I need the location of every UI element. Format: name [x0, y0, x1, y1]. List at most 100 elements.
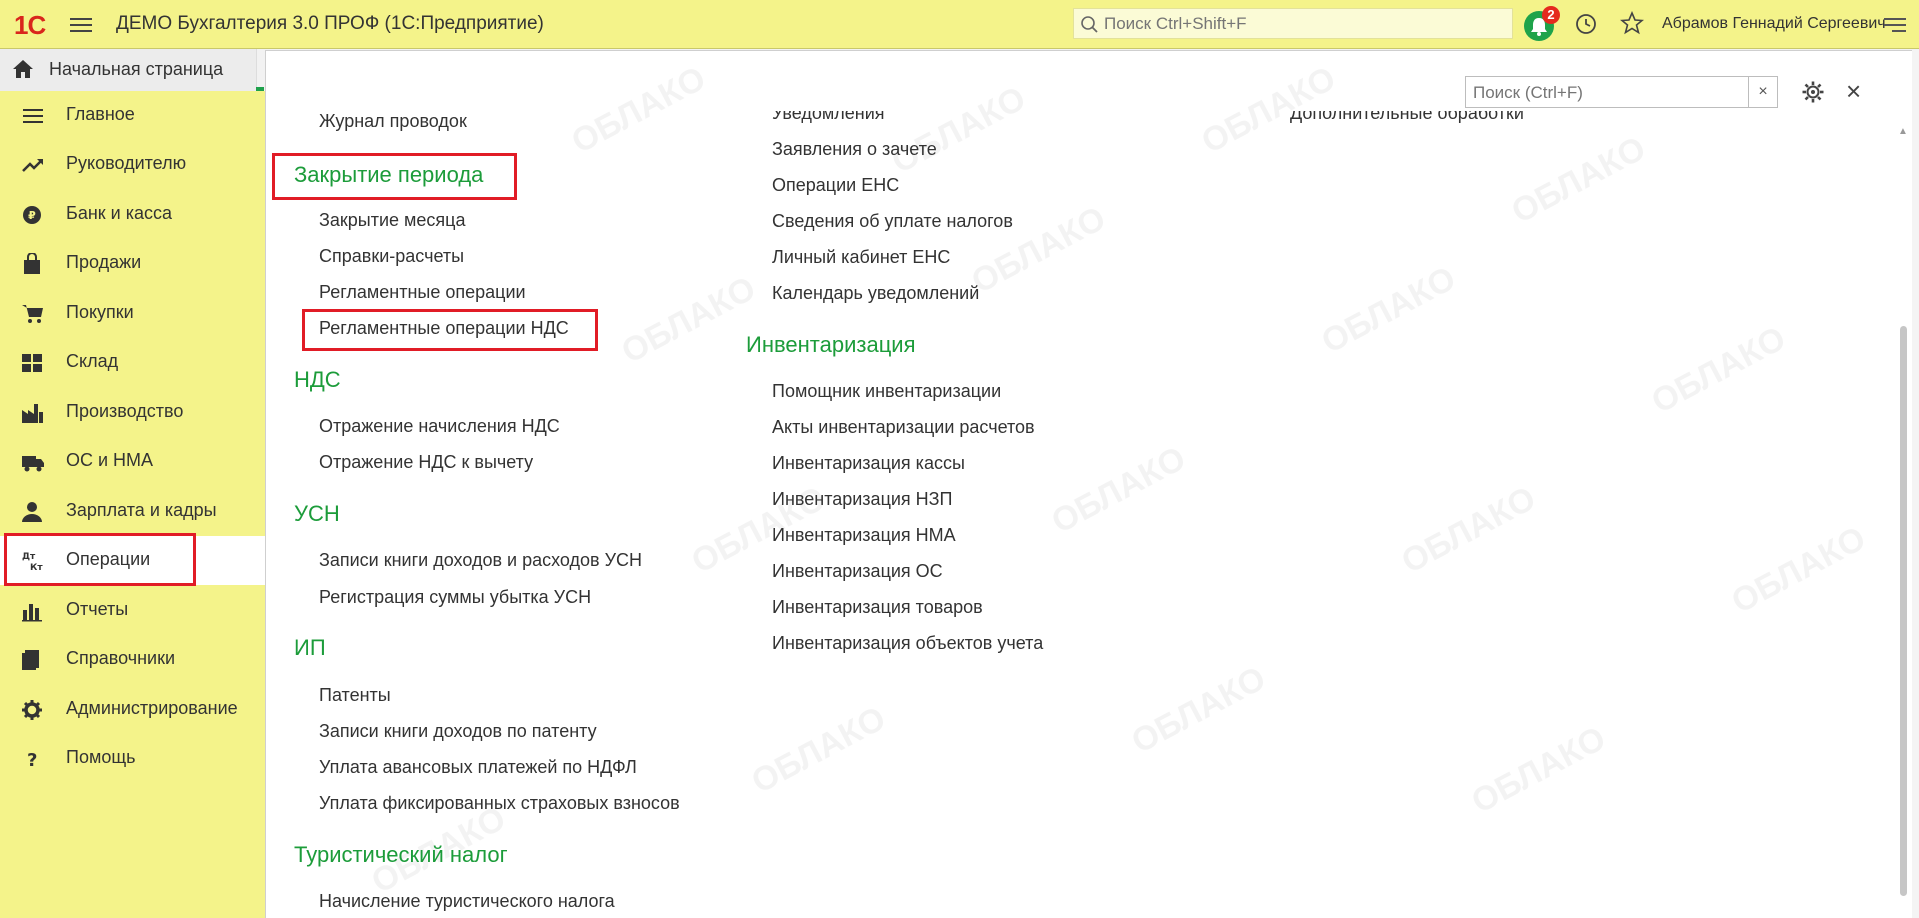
- grid-icon: [22, 354, 42, 372]
- link-ens-cabinet[interactable]: Личный кабинет ЕНС: [772, 247, 950, 268]
- global-search-input[interactable]: [1102, 12, 1506, 36]
- sidebar-item-purchases[interactable]: Покупки: [0, 289, 265, 338]
- operations-panel: ОБЛАКО ОБЛАКО ОБЛАКО ОБЛАКО ОБЛАКО ОБЛАК…: [265, 50, 1912, 918]
- link-fixed-contributions[interactable]: Уплата фиксированных страховых взносов: [319, 793, 680, 814]
- books-icon: [22, 650, 39, 670]
- section-ip: ИП: [294, 635, 326, 660]
- watermark: ОБЛАКО: [1315, 259, 1462, 362]
- link-calculations[interactable]: Справки-расчеты: [319, 246, 464, 267]
- link-usn-book[interactable]: Записи книги доходов и расходов УСН: [319, 550, 642, 571]
- link-offset-applications[interactable]: Заявления о зачете: [772, 139, 937, 160]
- dt-label: Дт: [22, 552, 36, 562]
- sidebar-item-main[interactable]: Главное: [0, 91, 265, 140]
- sidebar-item-manager[interactable]: Руководителю: [0, 140, 265, 189]
- tab-home[interactable]: Начальная страница: [0, 49, 257, 91]
- home-icon: [13, 60, 33, 78]
- factory-icon: [22, 404, 43, 423]
- notifications-button[interactable]: 2: [1524, 6, 1560, 41]
- coin-icon: ₽: [23, 206, 41, 224]
- link-journal[interactable]: Журнал проводок: [319, 111, 467, 132]
- sidebar-item-label: Помощь: [66, 747, 136, 767]
- link-patents[interactable]: Патенты: [319, 685, 391, 706]
- sidebar-item-bank[interactable]: ₽ Банк и касса: [0, 190, 265, 239]
- link-inventory-goods[interactable]: Инвентаризация товаров: [772, 597, 983, 618]
- link-patent-book[interactable]: Записи книги доходов по патенту: [319, 721, 597, 742]
- link-vat-deduction[interactable]: Отражение НДС к вычету: [319, 452, 533, 473]
- app-logo[interactable]: 1С: [14, 10, 46, 41]
- link-usn-loss[interactable]: Регистрация суммы убытка УСН: [319, 587, 591, 608]
- link-tourist-tax[interactable]: Начисление туристического налога: [319, 891, 615, 912]
- sidebar-item-reports[interactable]: Отчеты: [0, 586, 265, 635]
- sidebar-item-label: ОС и НМА: [66, 450, 154, 470]
- link-inventory-wip[interactable]: Инвентаризация НЗП: [772, 489, 953, 510]
- kt-label: Кт: [30, 563, 43, 572]
- cart-icon: [22, 305, 43, 323]
- top-bar: 1С ДЕМО Бухгалтерия 3.0 ПРОФ (1С:Предпри…: [0, 0, 1919, 49]
- panel-search-input[interactable]: [1471, 81, 1725, 105]
- watermark: ОБЛАКО: [1645, 319, 1792, 422]
- person-icon: [22, 502, 42, 522]
- sidebar-item-label: Зарплата и кадры: [66, 500, 217, 520]
- sidebar-item-admin[interactable]: Администрирование: [0, 685, 265, 734]
- svg-text:?: ?: [27, 750, 37, 770]
- scrollbar-thumb[interactable]: [1900, 326, 1907, 896]
- sidebar-item-assets[interactable]: ОС и НМА: [0, 437, 265, 486]
- link-ndfl-advance[interactable]: Уплата авансовых платежей по НДФЛ: [319, 757, 637, 778]
- clear-search-button[interactable]: ×: [1748, 77, 1777, 107]
- menu-icon: [23, 109, 43, 123]
- sidebar-item-production[interactable]: Производство: [0, 388, 265, 437]
- sidebar-item-operations[interactable]: Дт Кт Операции: [0, 536, 265, 585]
- link-inventory-intangibles[interactable]: Инвентаризация НМА: [772, 525, 956, 546]
- sidebar-item-label: Руководителю: [66, 153, 187, 173]
- main-menu-icon[interactable]: [70, 14, 92, 34]
- watermark: ОБЛАКО: [1465, 719, 1612, 822]
- link-routine-operations-vat[interactable]: Регламентные операции НДС: [319, 318, 569, 339]
- svg-text:₽: ₽: [28, 209, 36, 222]
- watermark: ОБЛАКО: [1395, 479, 1542, 582]
- sidebar-item-directories[interactable]: Справочники: [0, 635, 265, 684]
- sidebar-item-sales[interactable]: Продажи: [0, 239, 265, 288]
- watermark: ОБЛАКО: [745, 699, 892, 802]
- link-inventory-settlements[interactable]: Акты инвентаризации расчетов: [772, 417, 1035, 438]
- link-inventory-objects[interactable]: Инвентаризация объектов учета: [772, 633, 1043, 654]
- link-month-closing[interactable]: Закрытие месяца: [319, 210, 465, 231]
- watermark: ОБЛАКО: [1725, 519, 1872, 622]
- sidebar-item-salary[interactable]: Зарплата и кадры: [0, 487, 265, 536]
- link-notifications[interactable]: Уведомления: [772, 111, 885, 124]
- link-notification-calendar[interactable]: Календарь уведомлений: [772, 283, 979, 304]
- panel-scrollbar[interactable]: ▲: [1898, 126, 1908, 916]
- favorites-star-icon[interactable]: [1620, 11, 1644, 35]
- watermark: ОБЛАКО: [565, 59, 712, 162]
- more-menu-icon[interactable]: [1884, 14, 1906, 36]
- history-icon[interactable]: [1574, 12, 1598, 36]
- sidebar-item-warehouse[interactable]: Склад: [0, 338, 265, 387]
- scroll-up-arrow-icon[interactable]: ▲: [1898, 126, 1908, 137]
- link-vat-accrual[interactable]: Отражение начисления НДС: [319, 416, 560, 437]
- link-routine-operations[interactable]: Регламентные операции: [319, 282, 526, 303]
- window-scrollbar-track: [1912, 50, 1919, 918]
- bag-icon: [24, 253, 40, 274]
- watermark: ОБЛАКО: [1125, 659, 1272, 762]
- panel-search-box[interactable]: ×: [1465, 76, 1778, 108]
- link-tax-payments[interactable]: Сведения об уплате налогов: [772, 211, 1013, 232]
- sidebar-item-label: Главное: [66, 104, 135, 124]
- sidebar-item-label: Администрирование: [66, 698, 238, 718]
- bar-chart-icon: [22, 604, 42, 622]
- link-inventory-assistant[interactable]: Помощник инвентаризации: [772, 381, 1001, 402]
- link-inventory-cash[interactable]: Инвентаризация кассы: [772, 453, 965, 474]
- user-name[interactable]: Абрамов Геннадий Сергеевич: [1662, 15, 1886, 33]
- link-inventory-fixed-assets[interactable]: Инвентаризация ОС: [772, 561, 943, 582]
- tab-home-label: Начальная страница: [49, 59, 224, 79]
- sidebar: Главное Руководителю ₽ Банк и касса Прод…: [0, 91, 265, 918]
- watermark: ОБЛАКО: [1195, 59, 1342, 162]
- notifications-badge: 2: [1542, 6, 1560, 24]
- sidebar-item-label: Производство: [66, 401, 184, 421]
- sidebar-item-label: Банк и касса: [66, 203, 172, 223]
- link-ens-operations[interactable]: Операции ЕНС: [772, 175, 899, 196]
- dt-kt-icon: Дт Кт: [22, 552, 43, 572]
- close-panel-button[interactable]: ×: [1846, 78, 1861, 104]
- sidebar-item-help[interactable]: ? Помощь: [0, 734, 265, 783]
- section-vat: НДС: [294, 367, 341, 392]
- settings-gear-icon[interactable]: [1801, 80, 1825, 104]
- global-search-box[interactable]: [1073, 8, 1513, 39]
